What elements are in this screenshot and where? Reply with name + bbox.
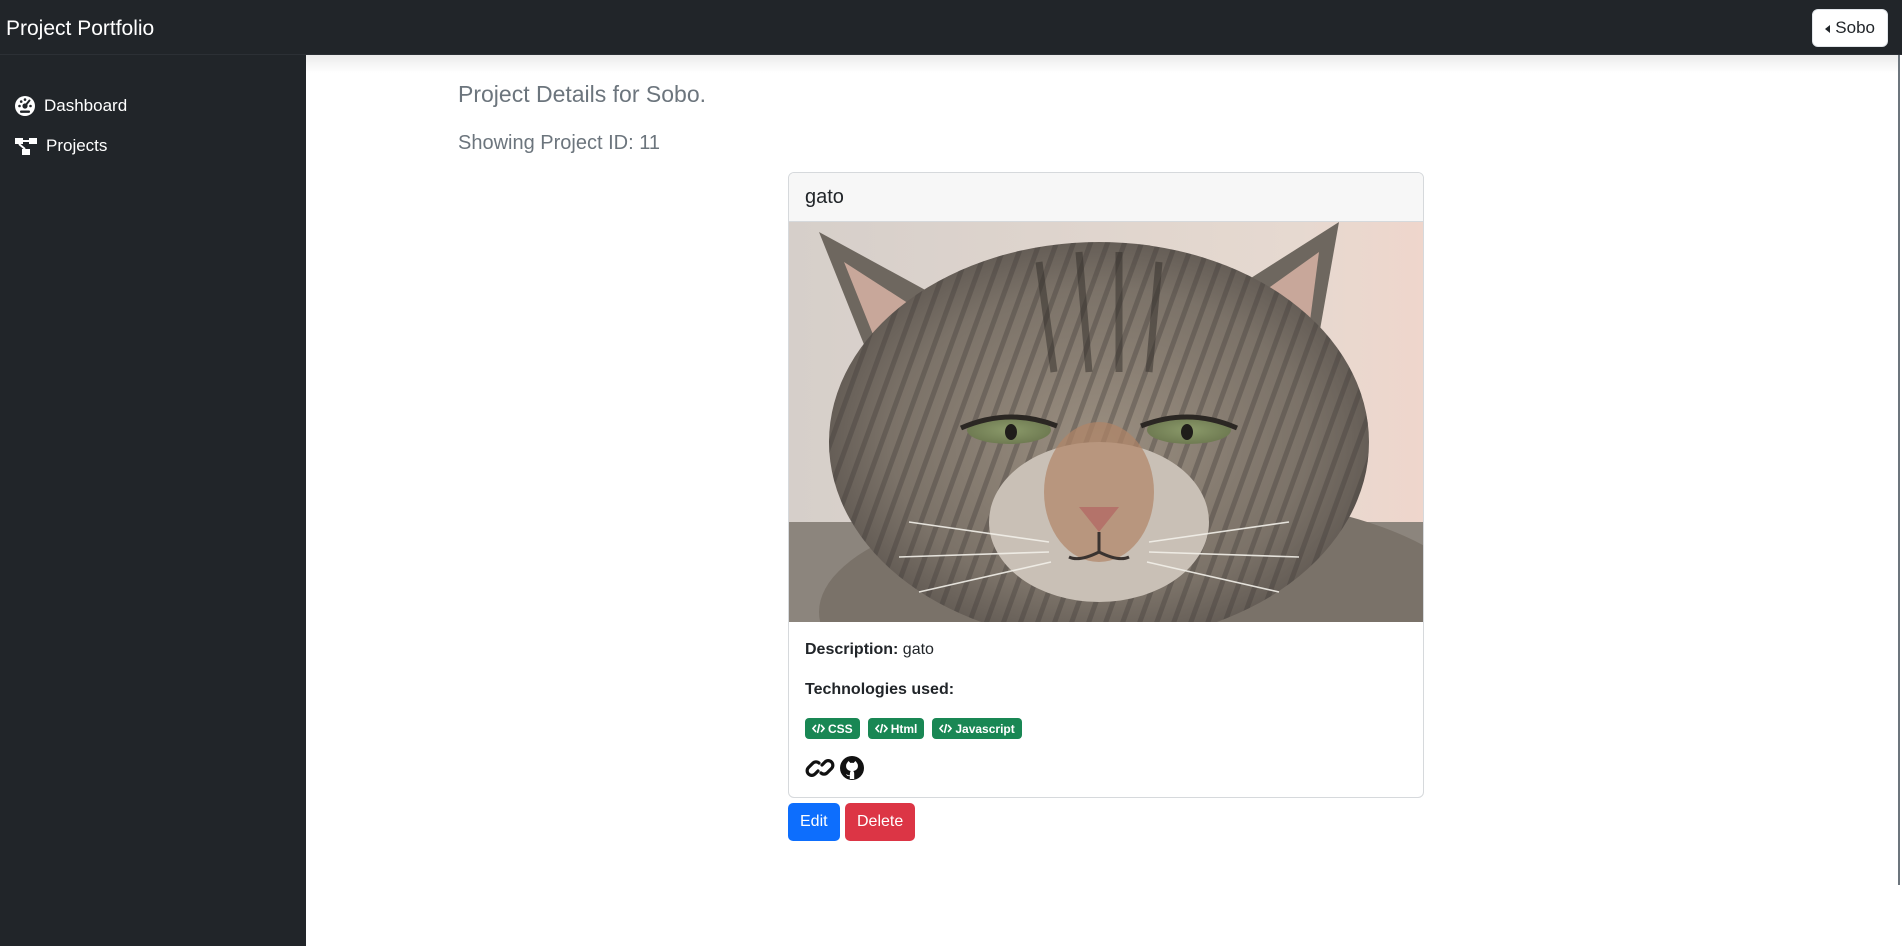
tech-badge-label: Html: [890, 721, 918, 736]
page-subtitle: Showing Project ID: 11: [458, 132, 660, 154]
project-name: gato: [805, 185, 844, 208]
tech-badge-label: CSS: [828, 721, 853, 736]
code-icon: [812, 723, 825, 734]
project-diagram-icon: [14, 136, 38, 156]
technologies-row: Technologies used:: [805, 680, 1407, 700]
main-content: Project Details for Sobo. Showing Projec…: [306, 55, 1900, 946]
edit-button[interactable]: Edit: [788, 803, 840, 841]
project-links: [805, 755, 1407, 781]
description-label: Description:: [805, 641, 899, 658]
dashboard-gauge-icon: [14, 95, 36, 117]
tech-badge-css: CSS: [805, 718, 860, 739]
header-shadow: [306, 55, 1900, 73]
sidebar-item-dashboard[interactable]: Dashboard: [14, 91, 127, 121]
delete-button[interactable]: Delete: [845, 803, 916, 841]
user-menu-button[interactable]: Sobo: [1812, 9, 1888, 47]
link-icon[interactable]: [805, 755, 835, 781]
tech-badge-html: Html: [867, 718, 925, 739]
technology-badges: CSS Html Javascript: [805, 718, 1407, 739]
code-icon: [874, 723, 888, 734]
description-value: gato: [902, 641, 934, 658]
sidebar: Dashboard Projects: [0, 55, 306, 946]
description-row: Description: gato: [805, 640, 1407, 660]
scrollbar-track[interactable]: [1898, 55, 1900, 885]
project-card: gato Description: gato Technologies used…: [788, 172, 1424, 798]
code-icon: [939, 723, 953, 734]
sidebar-item-label: Dashboard: [44, 96, 128, 115]
project-card-header: gato: [789, 173, 1423, 222]
github-icon[interactable]: [839, 755, 865, 781]
sidebar-item-label: Projects: [46, 136, 108, 155]
project-card-body: Description: gato Technologies used: CSS…: [789, 622, 1423, 781]
caret-left-icon: [1825, 24, 1831, 33]
top-navbar: Project Portfolio Sobo: [0, 0, 1902, 55]
technologies-label: Technologies used:: [805, 681, 955, 698]
project-image: [789, 222, 1423, 622]
brand-title[interactable]: Project Portfolio: [6, 16, 154, 42]
tech-badge-label: Javascript: [955, 721, 1015, 736]
user-menu-label: Sobo: [1835, 18, 1875, 37]
page-title: Project Details for Sobo.: [458, 81, 707, 107]
sidebar-item-projects[interactable]: Projects: [14, 131, 107, 161]
tech-badge-javascript: Javascript: [932, 718, 1022, 739]
